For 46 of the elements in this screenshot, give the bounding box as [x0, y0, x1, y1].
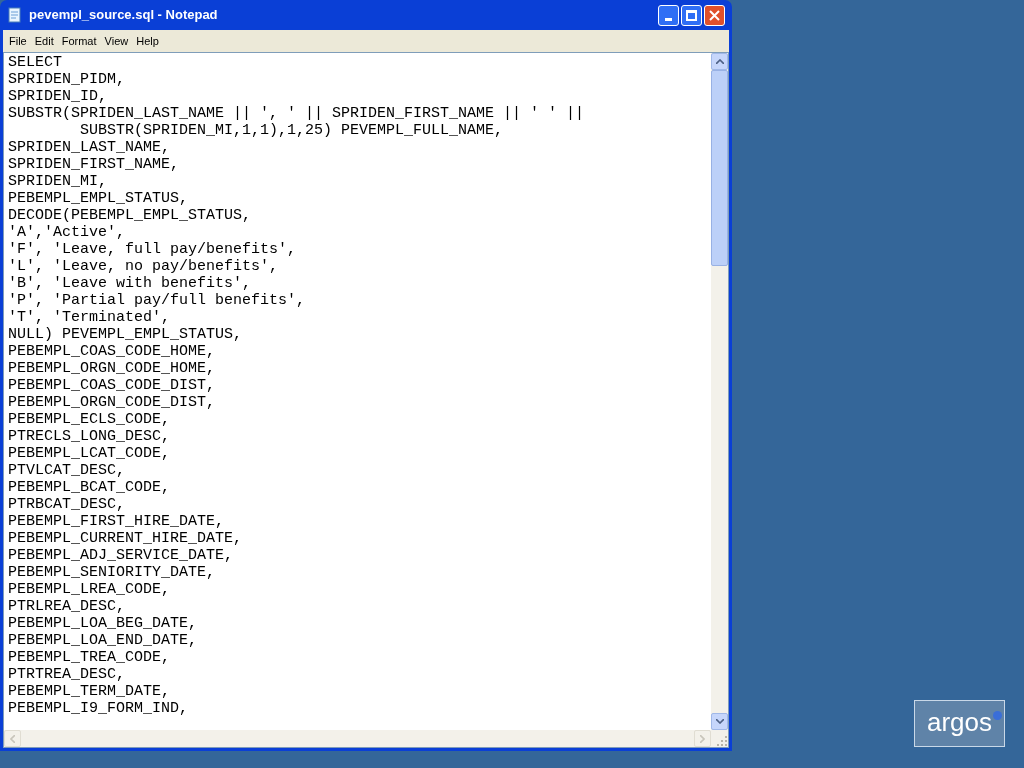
code-line: 'L', 'Leave, no pay/benefits',: [8, 258, 279, 275]
code-line: PTRLREA_DESC,: [8, 598, 126, 615]
code-line: SPRIDEN_FIRST_NAME,: [8, 156, 180, 173]
code-line: PTRECLS_LONG_DESC,: [8, 428, 171, 445]
code-line: PEBEMPL_TERM_DATE,: [8, 683, 171, 700]
code-line: SUBSTR(SPRIDEN_MI,1,1),1,25) PEVEMPL_FULL_NAME,: [79, 122, 504, 139]
code-line: SELECT: [8, 54, 62, 71]
code-line: PTRTREA_DESC,: [8, 666, 126, 683]
code-line: PTVLCAT_DESC,: [8, 462, 126, 479]
code-line: 'A','Active',: [8, 224, 126, 241]
code-line: PEBEMPL_LCAT_CODE,: [8, 445, 171, 462]
code-line: PEBEMPL_LOA_BEG_DATE,: [8, 615, 198, 632]
code-line: PEBEMPL_EMPL_STATUS,: [8, 190, 189, 207]
code-line: PEBEMPL_CURRENT_HIRE_DATE,: [8, 530, 243, 547]
code-line: PEBEMPL_ECLS_CODE,: [8, 411, 171, 428]
code-line: PEBEMPL_TREA_CODE,: [8, 649, 171, 666]
code-line: SPRIDEN_MI,: [8, 173, 108, 190]
menu-item[interactable]: File: [5, 32, 31, 50]
window-title: pevempl_source.sql - Notepad: [29, 6, 219, 25]
code-line: PEBEMPL_COAS_CODE_HOME,: [8, 343, 216, 360]
code-line: PEBEMPL_ORGN_CODE_HOME,: [8, 360, 216, 377]
menu-item[interactable]: Edit: [30, 32, 58, 50]
code-line: PEBEMPL_LREA_CODE,: [8, 581, 171, 598]
code-line: PEBEMPL_LOA_END_DATE,: [8, 632, 198, 649]
code-line: PEBEMPL_I9_FORM_IND,: [8, 700, 189, 717]
code-line: 'P', 'Partial pay/full benefits',: [8, 292, 306, 309]
code-line: PEBEMPL_ADJ_SERVICE_DATE,: [8, 547, 234, 564]
code-line: SUBSTR(SPRIDEN_LAST_NAME || ', ' || SPRIDEN_FIRST_NAME || ' ' ||: [8, 105, 585, 122]
code-line: SPRIDEN_PIDM,: [8, 71, 126, 88]
code-line: SPRIDEN_LAST_NAME,: [8, 139, 171, 156]
code-line: 'B', 'Leave with benefits',: [8, 275, 252, 292]
code-line: PEBEMPL_FIRST_HIRE_DATE,: [8, 513, 225, 530]
code-line: PEBEMPL_SENIORITY_DATE,: [8, 564, 216, 581]
menu-item[interactable]: Help: [132, 32, 163, 50]
code-line: PTRBCAT_DESC,: [8, 496, 126, 513]
code-line: 'F', 'Leave, full pay/benefits',: [8, 241, 297, 258]
code-line: SPRIDEN_ID,: [8, 88, 108, 105]
code-line: NULL) PEVEMPL_EMPL_STATUS,: [8, 326, 243, 343]
menu-item[interactable]: View: [100, 32, 133, 50]
code-line: 'T', 'Terminated',: [8, 309, 171, 326]
code-line: PEBEMPL_ORGN_CODE_DIST,: [8, 394, 216, 411]
menu-item[interactable]: Format: [57, 32, 101, 50]
logo-text: argos: [926, 708, 992, 739]
code-line: DECODE(PEBEMPL_EMPL_STATUS,: [8, 207, 252, 224]
code-line: PEBEMPL_BCAT_CODE,: [8, 479, 171, 496]
code-line: PEBEMPL_COAS_CODE_DIST,: [8, 377, 216, 394]
